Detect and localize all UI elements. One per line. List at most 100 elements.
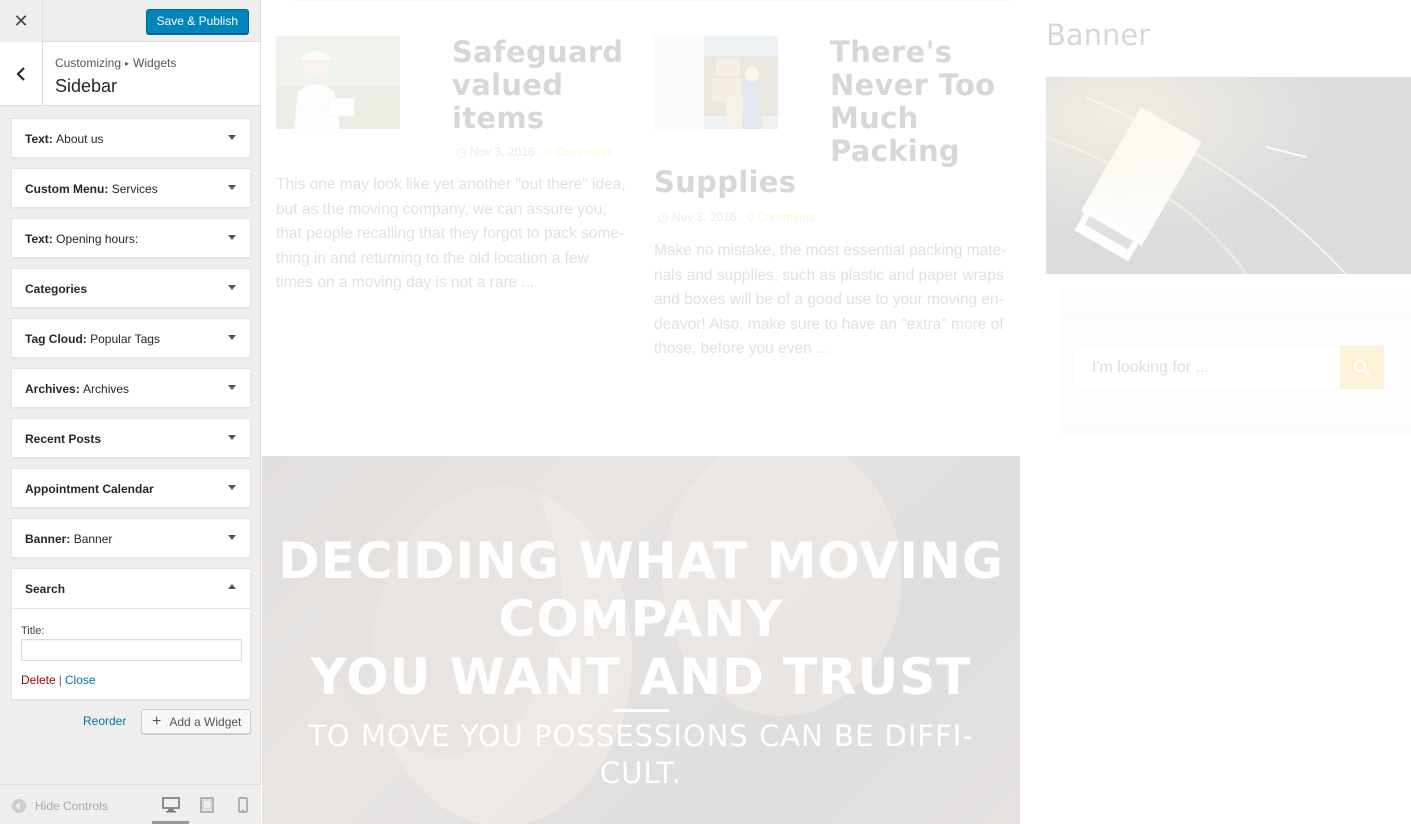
post-excerpt: Make no mistake, the most essential pack… — [654, 242, 1007, 357]
widget-custom-menu-services[interactable]: Custom Menu: Services — [11, 168, 251, 208]
expand-arrow-icon[interactable] — [228, 285, 236, 290]
hero-subline-2: CULT. — [599, 756, 683, 790]
breadcrumb: Customizing ▸ Widgets — [55, 56, 176, 70]
widget-name: Services — [111, 182, 158, 196]
clock-icon: ◷ — [456, 145, 467, 159]
widget-type: Archives — [25, 382, 76, 396]
widget-appointment-calendar[interactable]: Appointment Calendar — [11, 468, 251, 508]
expand-arrow-icon[interactable] — [228, 485, 236, 490]
widget-text-opening-hours[interactable]: Text: Opening hours: — [11, 218, 251, 258]
widget-search[interactable]: Search Title: Delete | Close — [11, 568, 251, 700]
widget-name: Archives — [83, 382, 130, 396]
hero-headline-line-2: COMPANY — [498, 590, 784, 648]
hero-headline-line-1: DECIDING WHAT MOVING — [278, 532, 1004, 590]
expand-arrow-icon[interactable] — [228, 335, 236, 340]
expand-arrow-icon[interactable] — [228, 535, 236, 540]
tablet-preview-icon[interactable] — [198, 797, 216, 813]
widget-type: Appointment Calendar — [25, 482, 154, 496]
search-icon — [1353, 359, 1370, 376]
widget-tag-cloud-popular-tags[interactable]: Tag Cloud: Popular Tags — [11, 318, 251, 358]
post-title-continuation[interactable]: Supplies — [654, 166, 796, 199]
post-title[interactable]: There's Never Too Much Packing — [830, 36, 995, 168]
expand-arrow-icon[interactable] — [228, 435, 236, 440]
comments-link[interactable]: 0 Comments — [545, 145, 613, 159]
site-preview[interactable]: Safeguard valued items ◷ Nov 3, 2016 · 0… — [262, 0, 1411, 824]
banner-widget-title: Banner — [1046, 18, 1151, 52]
post-date: Nov 3, 2016 — [469, 145, 535, 159]
collapse-arrow-icon[interactable] — [228, 584, 236, 589]
widget-text-about-us[interactable]: Text: About us — [11, 118, 251, 158]
widget-archives[interactable]: Archives: Archives — [11, 368, 251, 408]
collapse-icon — [12, 799, 26, 813]
post-date: Nov 3, 2016 — [671, 210, 737, 224]
post-title[interactable]: Safeguard valued items — [452, 36, 623, 135]
customizer-footer: Hide Controls — [0, 784, 261, 824]
title-field-label: Title: — [21, 625, 45, 637]
mobile-preview-icon[interactable] — [234, 797, 252, 813]
save-publish-button[interactable]: Save & Publish — [145, 9, 249, 34]
post-thumbnail-delivery-man[interactable] — [276, 36, 400, 129]
widget-recent-posts[interactable]: Recent Posts — [11, 418, 251, 458]
breadcrumb-root: Customizing — [55, 56, 122, 70]
hero-divider — [613, 709, 669, 712]
widget-name: Opening hours: — [56, 232, 139, 246]
expand-arrow-icon[interactable] — [228, 185, 236, 190]
hide-controls-label: Hide Controls — [35, 799, 108, 813]
hero-subline-1: TO MOVE YOU POSSESSIONS CAN BE DIFFI- — [308, 719, 974, 753]
widget-type: Tag Cloud — [25, 332, 83, 346]
expand-arrow-icon[interactable] — [228, 235, 236, 240]
reorder-link[interactable]: Reorder — [83, 714, 126, 728]
expand-arrow-icon[interactable] — [228, 385, 236, 390]
widget-name: Banner — [73, 532, 113, 546]
widget-name: Popular Tags — [90, 332, 160, 346]
back-button[interactable] — [0, 42, 43, 105]
close-customizer-button[interactable]: ✕ — [0, 0, 43, 42]
truck-on-road-image — [1046, 77, 1411, 274]
widget-name: About us — [56, 132, 104, 146]
divider — [292, 0, 1012, 1]
widget-type: Custom Menu — [25, 182, 105, 196]
post-meta: ◷ Nov 3, 2016 · 0 Comments — [658, 210, 816, 224]
breadcrumb-separator: ▸ — [125, 59, 130, 68]
title-field[interactable] — [21, 639, 242, 661]
delivery-man-image — [276, 36, 400, 129]
widget-type: Text — [25, 232, 49, 246]
banner-truck-image[interactable] — [1046, 77, 1411, 274]
widget-type: Search — [25, 582, 66, 596]
add-widget-button[interactable]: + Add a Widget — [141, 709, 251, 734]
add-widget-label: Add a Widget — [169, 714, 242, 729]
customizer-header: ✕ Save & Publish — [0, 0, 260, 42]
search-button[interactable] — [1340, 346, 1384, 389]
post-meta: ◷ Nov 3, 2016 · 0 Comments — [456, 145, 614, 159]
close-link[interactable]: Close — [65, 673, 96, 687]
clock-icon: ◷ — [658, 210, 669, 224]
section-title-bar: Customizing ▸ Widgets Sidebar — [0, 42, 260, 106]
hide-controls-button[interactable]: Hide Controls — [12, 799, 108, 813]
delete-link[interactable]: Delete — [21, 673, 56, 687]
divider — [1060, 318, 1411, 319]
post-thumbnail-movers[interactable] — [654, 36, 778, 129]
breadcrumb-current: Widgets — [133, 56, 177, 70]
comments-link[interactable]: 0 Comments — [747, 210, 815, 224]
widget-actions: Delete | Close — [21, 673, 96, 687]
hero-headline-line-3: YOU WANT AND TRUST — [310, 648, 972, 706]
widget-type: Recent Posts — [25, 432, 102, 446]
widget-list: Text: About us Custom Menu: Services Tex… — [11, 118, 251, 710]
widget-type: Banner — [25, 532, 67, 546]
widget-banner[interactable]: Banner: Banner — [11, 518, 251, 558]
widget-type: Text — [25, 132, 49, 146]
desktop-preview-icon[interactable] — [162, 797, 180, 813]
chevron-left-icon — [16, 66, 25, 81]
separator: | — [58, 673, 62, 687]
divider — [12, 608, 250, 609]
customizer-panel: ✕ Save & Publish Customizing ▸ Widgets Sid… — [0, 0, 261, 824]
expand-arrow-icon[interactable] — [228, 135, 236, 140]
search-input[interactable]: I'm looking for ... — [1073, 346, 1341, 389]
plus-icon: + — [152, 712, 162, 730]
widget-type: Categories — [25, 282, 88, 296]
hero-section: DECIDING WHAT MOVING COMPANY YOU WANT AN… — [262, 456, 1020, 824]
widget-categories[interactable]: Categories — [11, 268, 251, 308]
section-title: Sidebar — [55, 76, 118, 96]
movers-truck-image — [654, 36, 778, 129]
post-excerpt: This one may look like yet another "out … — [276, 176, 626, 291]
